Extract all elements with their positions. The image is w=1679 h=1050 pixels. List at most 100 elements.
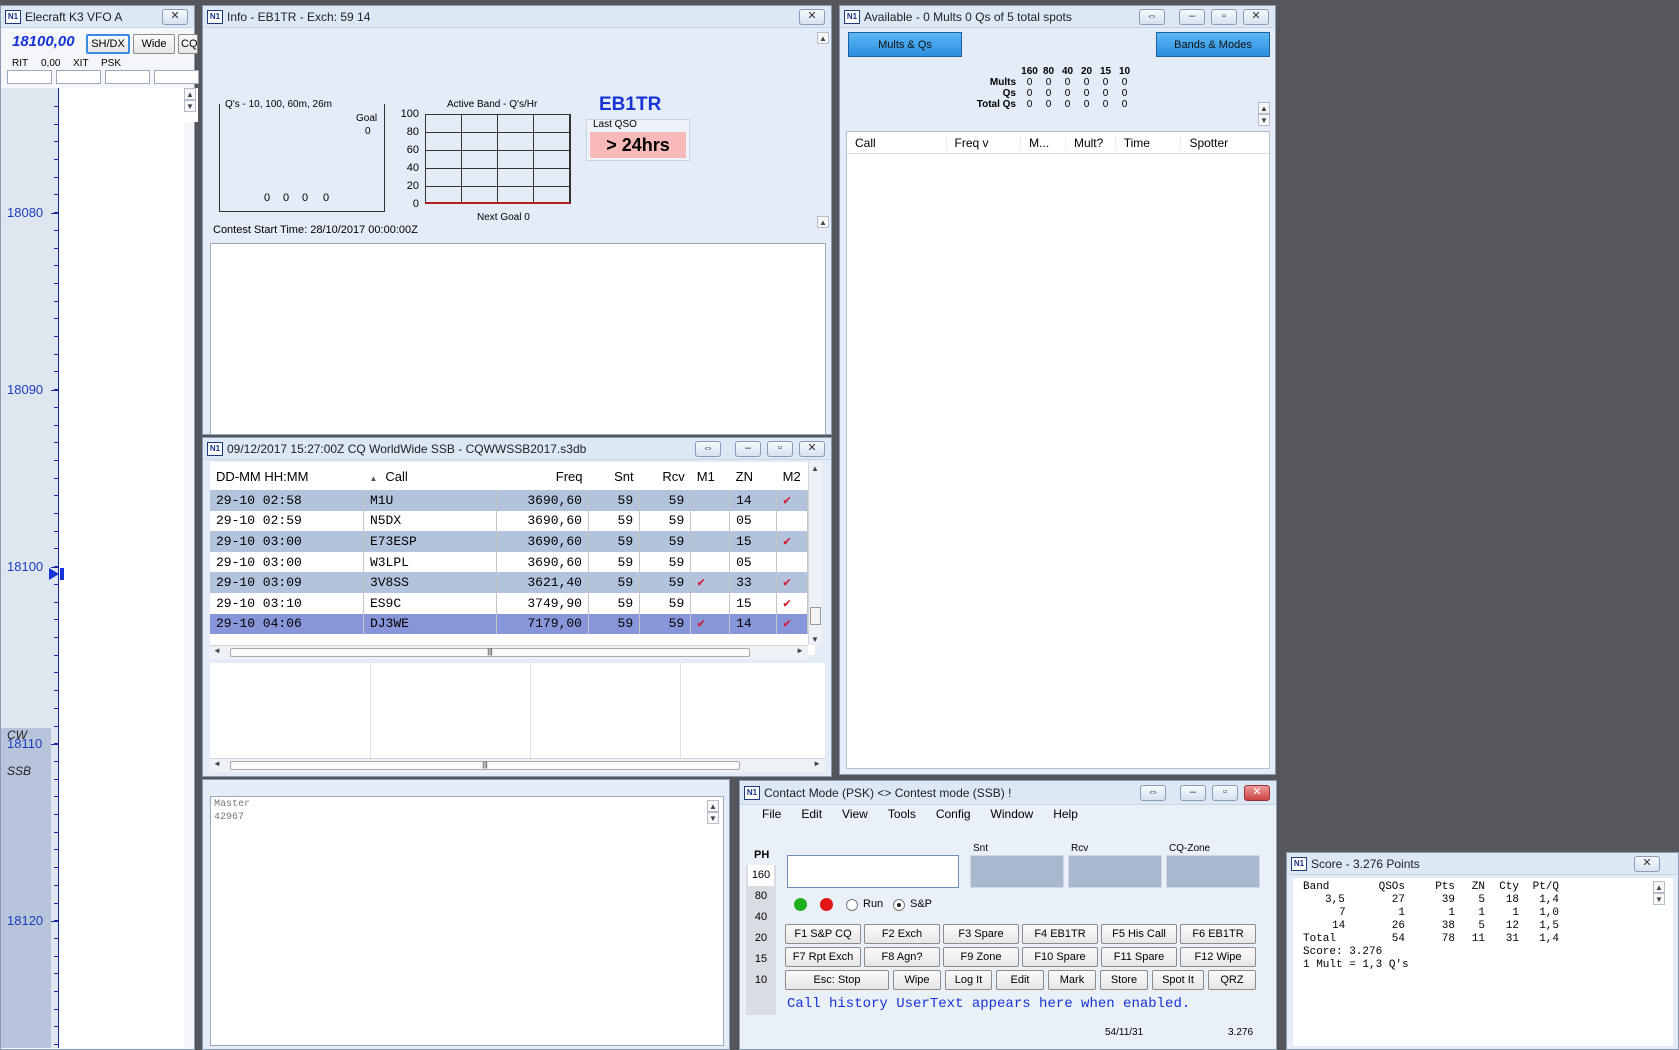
- master-scrollbar[interactable]: ▲ ▼: [707, 800, 721, 828]
- info-text-area[interactable]: [210, 243, 826, 435]
- menu-tools[interactable]: Tools: [888, 807, 916, 827]
- qrz-button[interactable]: QRZ: [1208, 970, 1256, 990]
- log-grid[interactable]: DD-MM HH:MM ▲ Call Freq Snt Rcv M1 ZN M2 …: [210, 462, 815, 655]
- f12-button[interactable]: F12 Wipe: [1180, 947, 1256, 967]
- col-rcv[interactable]: Rcv: [640, 462, 691, 490]
- f7-button[interactable]: F7 Rpt Exch: [785, 947, 861, 967]
- scroll-up-icon[interactable]: ▲: [817, 32, 829, 44]
- bandmap-spots[interactable]: [60, 88, 184, 1048]
- log-it-button[interactable]: Log It: [945, 970, 992, 990]
- shdx-button[interactable]: SH/DX: [86, 34, 130, 54]
- col-mult[interactable]: Mult?: [1066, 135, 1116, 150]
- scroll-up-icon[interactable]: ▲: [817, 216, 829, 228]
- col-spotter[interactable]: Spotter: [1181, 136, 1269, 150]
- info-scroll-mid[interactable]: ▲: [817, 216, 831, 230]
- xit-field[interactable]: [56, 70, 101, 84]
- mults-qs-button[interactable]: Mults & Qs: [848, 32, 962, 57]
- spot-it-button[interactable]: Spot It: [1152, 970, 1204, 990]
- info-scroll-top[interactable]: ▲: [817, 32, 831, 54]
- wipe-button[interactable]: Wipe: [893, 970, 941, 990]
- maximize-icon[interactable]: ▫: [1212, 784, 1238, 801]
- close-icon[interactable]: ✕: [799, 8, 825, 25]
- menu-help[interactable]: Help: [1053, 807, 1078, 827]
- sp-radio[interactable]: [893, 899, 905, 911]
- spots-grid[interactable]: Call Freq v M... Mult? Time Spotter: [846, 131, 1270, 769]
- scroll-down-icon[interactable]: ▼: [1653, 893, 1665, 905]
- bands-modes-button[interactable]: Bands & Modes: [1156, 32, 1270, 57]
- swap-icon[interactable]: ⇔: [695, 440, 721, 457]
- menu-edit[interactable]: Edit: [801, 807, 822, 827]
- swap-icon[interactable]: ⇔: [1139, 8, 1165, 25]
- f4-button[interactable]: F4 EB1TR: [1022, 924, 1098, 944]
- f1-button[interactable]: F1 S&P CQ: [785, 924, 861, 944]
- close-icon[interactable]: ✕: [1634, 855, 1660, 872]
- log-row[interactable]: 29-10 03:10 ES9C 3749,90 59 59 15 ✔: [210, 592, 808, 614]
- scroll-up-icon[interactable]: ▲: [1653, 881, 1665, 893]
- menu-file[interactable]: File: [762, 807, 781, 827]
- band-80[interactable]: 80: [746, 886, 776, 907]
- scroll-left-icon[interactable]: ◄: [213, 759, 221, 768]
- col-zn[interactable]: ZN: [730, 462, 777, 490]
- menu-config[interactable]: Config: [936, 807, 971, 827]
- log-row[interactable]: 29-10 03:00 W3LPL 3690,60 59 59 05: [210, 551, 808, 573]
- rcv-input[interactable]: [1068, 855, 1162, 888]
- callsign-input[interactable]: [787, 855, 959, 888]
- f5-button[interactable]: F5 His Call: [1101, 924, 1177, 944]
- maximize-icon[interactable]: ▫: [767, 440, 793, 457]
- psk-field-2[interactable]: [154, 70, 199, 84]
- log-row[interactable]: 29-10 03:00 E73ESP 3690,60 59 59 15 ✔: [210, 531, 808, 552]
- band-15[interactable]: 15: [746, 949, 776, 970]
- store-button[interactable]: Store: [1100, 970, 1148, 990]
- scroll-thumb[interactable]: [810, 607, 821, 625]
- scroll-up-icon[interactable]: ▲: [809, 462, 821, 474]
- col-call[interactable]: ▲ Call: [363, 462, 496, 490]
- col-m2[interactable]: M2: [777, 462, 808, 490]
- scroll-down-icon[interactable]: ▼: [1258, 114, 1270, 126]
- scroll-up-icon[interactable]: ▲: [1258, 102, 1270, 114]
- scroll-right-icon[interactable]: ►: [796, 646, 804, 655]
- hscroll-thumb[interactable]: |||: [230, 761, 740, 770]
- rit-field[interactable]: [7, 70, 52, 84]
- psk-field-1[interactable]: [105, 70, 150, 84]
- col-freq[interactable]: Freq: [496, 462, 588, 490]
- swap-icon[interactable]: ⇔: [1140, 784, 1166, 801]
- band-40[interactable]: 40: [746, 907, 776, 928]
- col-date[interactable]: DD-MM HH:MM: [210, 462, 363, 490]
- f11-button[interactable]: F11 Spare: [1101, 947, 1177, 967]
- log-vscrollbar[interactable]: ▲ ▼: [808, 462, 822, 645]
- f2-button[interactable]: F2 Exch: [864, 924, 940, 944]
- close-icon[interactable]: ✕: [1244, 784, 1270, 801]
- log-row[interactable]: 29-10 03:09 3V8SS 3621,40 59 59 ✔ 33 ✔: [210, 572, 808, 593]
- band-160[interactable]: 160: [748, 865, 774, 886]
- f10-button[interactable]: F10 Spare: [1022, 947, 1098, 967]
- col-freq[interactable]: Freq v: [947, 135, 1022, 150]
- log-hscrollbar[interactable]: ◄ ||| ►: [210, 645, 808, 659]
- log-row[interactable]: 29-10 02:59 N5DX 3690,60 59 59 05: [210, 510, 808, 532]
- band-20[interactable]: 20: [746, 928, 776, 949]
- cqzone-input[interactable]: [1166, 855, 1260, 888]
- log-row[interactable]: 29-10 02:58 M1U 3690,60 59 59 14 ✔: [210, 490, 808, 511]
- scroll-up-icon[interactable]: ▲: [184, 88, 196, 100]
- log-table[interactable]: DD-MM HH:MM ▲ Call Freq Snt Rcv M1 ZN M2 …: [210, 462, 808, 635]
- menu-window[interactable]: Window: [991, 807, 1034, 827]
- vfo-marker-icon[interactable]: [49, 568, 59, 580]
- f8-button[interactable]: F8 Agn?: [864, 947, 940, 967]
- master-text-area[interactable]: Master 42967: [210, 796, 724, 1046]
- bandmap-scrollbar[interactable]: ▲ ▼: [184, 88, 198, 122]
- scroll-left-icon[interactable]: ◄: [213, 646, 221, 655]
- f9-button[interactable]: F9 Zone: [943, 947, 1019, 967]
- log-row-selected[interactable]: 29-10 04:06 DJ3WE 7179,00 59 59 ✔ 14 ✔: [210, 613, 808, 635]
- col-m1[interactable]: M1: [691, 462, 730, 490]
- col-m[interactable]: M...: [1021, 135, 1066, 150]
- f3-button[interactable]: F3 Spare: [943, 924, 1019, 944]
- score-scrollbar[interactable]: ▲ ▼: [1653, 881, 1667, 909]
- col-snt[interactable]: Snt: [588, 462, 639, 490]
- close-icon[interactable]: ✕: [1243, 8, 1269, 25]
- hscroll-thumb[interactable]: |||: [230, 648, 750, 657]
- minimize-icon[interactable]: –: [1180, 784, 1206, 801]
- minimize-icon[interactable]: –: [735, 440, 761, 457]
- band-10[interactable]: 10: [746, 970, 776, 991]
- close-icon[interactable]: ✕: [162, 8, 188, 25]
- col-time[interactable]: Time: [1116, 135, 1182, 150]
- edit-button[interactable]: Edit: [996, 970, 1044, 990]
